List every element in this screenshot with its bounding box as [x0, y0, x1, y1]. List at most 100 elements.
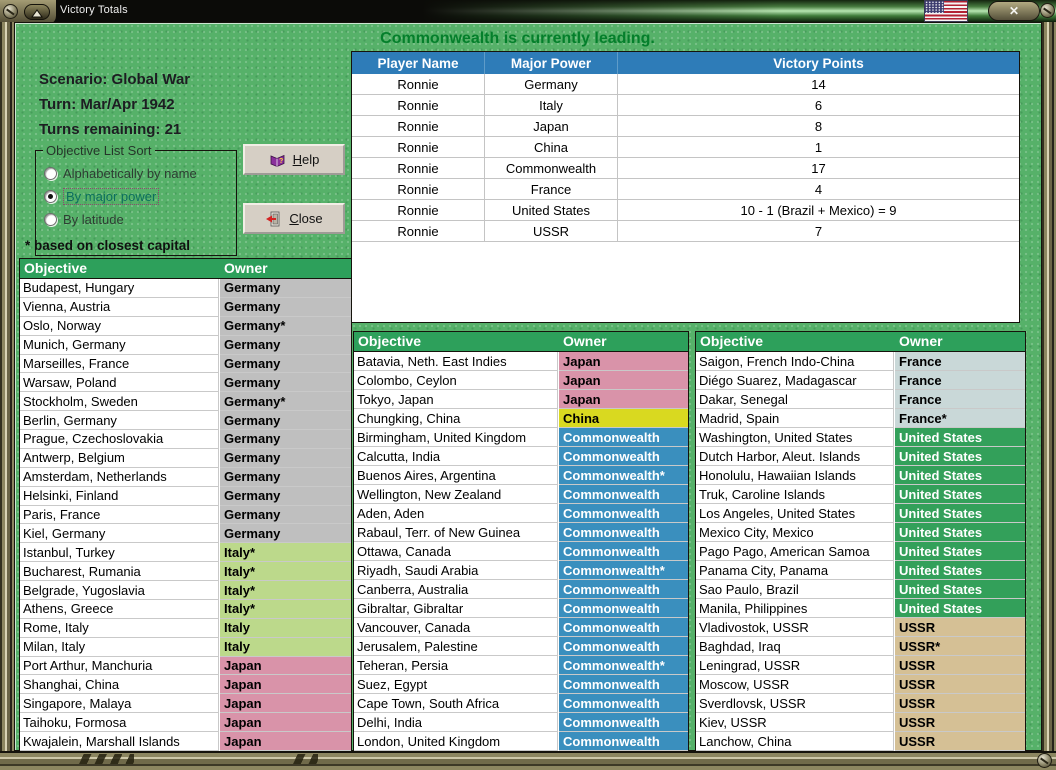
radio-checked-icon[interactable] [44, 189, 57, 203]
owner-cell: Commonwealth [559, 447, 688, 466]
victory-table-row: Ronnie Germany 14 [352, 74, 1019, 95]
owner-cell: United States [895, 447, 1025, 466]
objective-cell: Gibraltar, Gibraltar [354, 599, 558, 618]
victory-points-cell: 4 [618, 179, 1019, 200]
objective-row: Sao Paulo, Brazil United States [696, 580, 1025, 599]
radio-label[interactable]: By latitude [63, 212, 124, 227]
radio-option-major-power[interactable]: By major power [44, 187, 236, 205]
column-header-owner: Owner [563, 333, 607, 349]
objective-row: Milan, Italy Italy [20, 637, 351, 657]
objective-cell: Riyadh, Saudi Arabia [354, 561, 558, 580]
objective-table-header: Objective Owner [696, 332, 1025, 352]
objective-cell: Warsaw, Poland [20, 373, 219, 393]
objective-row: Munich, Germany Germany [20, 335, 351, 355]
owner-cell: Germany* [220, 392, 351, 412]
radio-option-alphabetical[interactable]: Alphabetically by name [44, 164, 236, 182]
objective-table-header: Objective Owner [20, 259, 351, 279]
objective-cell: Kwajalein, Marshall Islands [20, 732, 219, 751]
window-border-right [1042, 22, 1056, 751]
help-button[interactable]: ? Help [243, 144, 345, 175]
column-header-player-name: Player Name [352, 52, 485, 74]
owner-cell: Germany [220, 486, 351, 506]
player-name-cell: Ronnie [352, 95, 485, 116]
radio-label[interactable]: Alphabetically by name [63, 166, 197, 181]
objective-row: Mexico City, Mexico United States [696, 523, 1025, 542]
owner-cell: Germany [220, 335, 351, 355]
objective-row: Vladivostok, USSR USSR [696, 618, 1025, 637]
objective-cell: Taihoku, Formosa [20, 713, 219, 733]
victory-table-body: Ronnie Germany 14 Ronnie Italy 6 Ronnie Japan 8 R… [352, 74, 1019, 242]
player-name-cell: Ronnie [352, 200, 485, 221]
victory-table-row: Ronnie China 1 [352, 137, 1019, 158]
owner-cell: United States [895, 542, 1025, 561]
radio-icon[interactable] [44, 166, 57, 180]
objective-row: Saigon, French Indo-China France [696, 352, 1025, 371]
objective-row: Paris, France Germany [20, 505, 351, 525]
radio-label[interactable]: By major power [63, 187, 160, 205]
objective-row: Marseilles, France Germany [20, 354, 351, 374]
owner-cell: Germany [220, 297, 351, 317]
objective-row: Riyadh, Saudi Arabia Commonwealth* [354, 561, 688, 580]
objective-row: Teheran, Persia Commonwealth* [354, 656, 688, 675]
objective-cell: Moscow, USSR [696, 675, 894, 694]
objective-cell: Prague, Czechoslovakia [20, 430, 219, 449]
owner-cell: Italy* [220, 543, 351, 563]
objective-row: Cape Town, South Africa Commonwealth [354, 694, 688, 713]
objective-cell: Marseilles, France [20, 354, 219, 374]
owner-cell: United States [895, 523, 1025, 542]
objective-cell: Kiel, Germany [20, 524, 219, 544]
objective-row: Bucharest, Rumania Italy* [20, 562, 351, 582]
objective-row: Diégo Suarez, Madagascar France [696, 371, 1025, 390]
objective-cell: Chungking, China [354, 409, 558, 428]
objective-cell: Sverdlovsk, USSR [696, 694, 894, 713]
close-dialog-button[interactable]: Close [243, 203, 345, 234]
owner-cell: Japan [220, 675, 351, 695]
victory-table-row: Ronnie Italy 6 [352, 95, 1019, 116]
objective-row: Gibraltar, Gibraltar Commonwealth [354, 599, 688, 618]
objective-row: Delhi, India Commonwealth [354, 713, 688, 732]
owner-cell: USSR [895, 618, 1025, 637]
objective-cell: Shanghai, China [20, 675, 219, 695]
objective-cell: Mexico City, Mexico [696, 523, 894, 542]
objective-row: Canberra, Australia Commonwealth [354, 580, 688, 599]
objective-cell: Honolulu, Hawaiian Islands [696, 466, 894, 485]
objective-row: Kiel, Germany Germany [20, 524, 351, 544]
svg-text:?: ? [279, 158, 283, 165]
owner-cell: Japan [559, 352, 688, 371]
victory-points-cell: 10 - 1 (Brazil + Mexico) = 9 [618, 200, 1019, 221]
window-border-bottom [0, 751, 1056, 770]
victory-points-cell: 14 [618, 74, 1019, 95]
objective-cell: Milan, Italy [20, 637, 219, 657]
objective-cell: Birmingham, United Kingdom [354, 428, 558, 447]
objective-cell: Athens, Greece [20, 599, 219, 619]
flag-canton [925, 1, 944, 13]
objective-row: Aden, Aden Commonwealth [354, 504, 688, 523]
column-header-objective: Objective [700, 333, 764, 349]
objective-cell: Paris, France [20, 505, 219, 525]
victory-table-row: Ronnie France 4 [352, 179, 1019, 200]
owner-cell: Germany [220, 505, 351, 525]
close-window-button[interactable]: ✕ [988, 1, 1040, 21]
objective-cell: Delhi, India [354, 713, 558, 732]
owner-cell: United States [895, 428, 1025, 447]
objective-cell: Rome, Italy [20, 618, 219, 638]
victory-points-cell: 6 [618, 95, 1019, 116]
objective-row: Washington, United States United States [696, 428, 1025, 447]
owner-cell: Commonwealth [559, 580, 688, 599]
objective-row: Honolulu, Hawaiian Islands United States [696, 466, 1025, 485]
exit-door-icon [266, 211, 280, 226]
radio-option-latitude[interactable]: By latitude [44, 210, 236, 228]
objective-cell: Los Angeles, United States [696, 504, 894, 523]
objective-row: Belgrade, Yugoslavia Italy* [20, 581, 351, 600]
objective-cell: Lanchow, China [696, 732, 894, 751]
radio-icon[interactable] [44, 212, 57, 226]
owner-cell: China [559, 409, 688, 428]
owner-cell: Commonwealth* [559, 466, 688, 485]
objective-cell: Sao Paulo, Brazil [696, 580, 894, 599]
victory-table-row: Ronnie Japan 8 [352, 116, 1019, 137]
objective-row: London, United Kingdom Commonwealth [354, 732, 688, 751]
objective-table-body: Saigon, French Indo-China France Diégo Sua… [696, 352, 1025, 751]
objective-row: Manila, Philippines United States [696, 599, 1025, 618]
owner-cell: Italy [220, 637, 351, 657]
objective-cell: Stockholm, Sweden [20, 392, 219, 412]
